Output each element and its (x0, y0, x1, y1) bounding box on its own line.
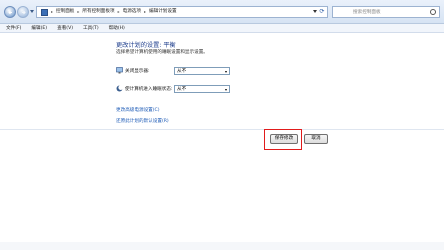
sleep-moon-icon (116, 85, 123, 92)
display-timeout-value: 从不 (177, 69, 187, 74)
search-input[interactable]: 搜索控制面板 (332, 6, 440, 18)
restore-defaults-link[interactable]: 还原此计划的默认设置(R) (116, 118, 169, 124)
control-panel-icon (41, 8, 48, 16)
recent-pages-dropdown[interactable] (30, 10, 34, 13)
highlight-box (264, 129, 302, 150)
search-icon (430, 9, 436, 15)
address-box[interactable]: ▸ 控制面板 ▸ 所有控制面板项 ▸ 电源选项 ▸ 编辑计划设置 ⟳ (36, 6, 328, 18)
menu-tools[interactable]: 工具(T) (83, 25, 99, 31)
cancel-button[interactable]: 取消 (304, 134, 328, 144)
chevron-right-icon: ▸ (77, 9, 80, 14)
menu-view[interactable]: 查看(V) (57, 25, 73, 31)
chevron-right-icon: ▸ (117, 9, 120, 14)
menu-help[interactable]: 帮助(H) (109, 25, 125, 31)
breadcrumb-control-panel[interactable]: 控制面板 (56, 7, 74, 17)
breadcrumb-all-items[interactable]: 所有控制面板项 (82, 7, 114, 17)
forward-arrow-icon (22, 10, 26, 15)
display-icon (116, 67, 123, 74)
chevron-right-icon: ▸ (51, 9, 54, 14)
search-placeholder: 搜索控制面板 (353, 10, 381, 15)
chevron-right-icon: ▸ (144, 9, 147, 14)
sleep-timeout-select[interactable]: 从不 (174, 85, 230, 93)
breadcrumb-edit-plan[interactable]: 编辑计划设置 (149, 7, 177, 17)
advanced-power-settings-link[interactable]: 更改高级电源设置(C) (116, 107, 160, 113)
page-title: 更改计划的设置: 平衡 (116, 42, 176, 49)
menu-bar: 文件(F) 编辑(E) 查看(V) 工具(T) 帮助(H) (0, 24, 444, 33)
back-arrow-icon (8, 10, 12, 15)
chevron-down-icon (225, 70, 227, 73)
back-button[interactable] (4, 6, 16, 18)
bottom-band (0, 242, 444, 250)
setting-label-sleep: 使计算机进入睡眠状态: (125, 87, 173, 92)
menu-file[interactable]: 文件(F) (6, 25, 21, 31)
refresh-icon[interactable]: ⟳ (318, 8, 326, 16)
chevron-down-icon (225, 88, 227, 91)
menu-edit[interactable]: 编辑(E) (31, 25, 47, 31)
display-timeout-select[interactable]: 从不 (174, 67, 230, 75)
page-subtitle: 选择希望计算机使用的睡眠设置和显示设置。 (116, 50, 208, 55)
main-content: 更改计划的设置: 平衡 选择希望计算机使用的睡眠设置和显示设置。 关闭显示器: … (0, 34, 444, 250)
breadcrumb-power-options[interactable]: 电源选项 (123, 7, 141, 17)
breadcrumb: ▸ 控制面板 ▸ 所有控制面板项 ▸ 电源选项 ▸ 编辑计划设置 (41, 7, 177, 17)
divider (0, 129, 444, 130)
address-dropdown[interactable] (313, 10, 317, 13)
setting-label-display: 关闭显示器: (125, 69, 150, 74)
forward-button[interactable] (17, 6, 29, 18)
address-toolbar: ▸ 控制面板 ▸ 所有控制面板项 ▸ 电源选项 ▸ 编辑计划设置 ⟳ 搜索控制面… (0, 0, 444, 24)
sleep-timeout-value: 从不 (177, 87, 187, 92)
